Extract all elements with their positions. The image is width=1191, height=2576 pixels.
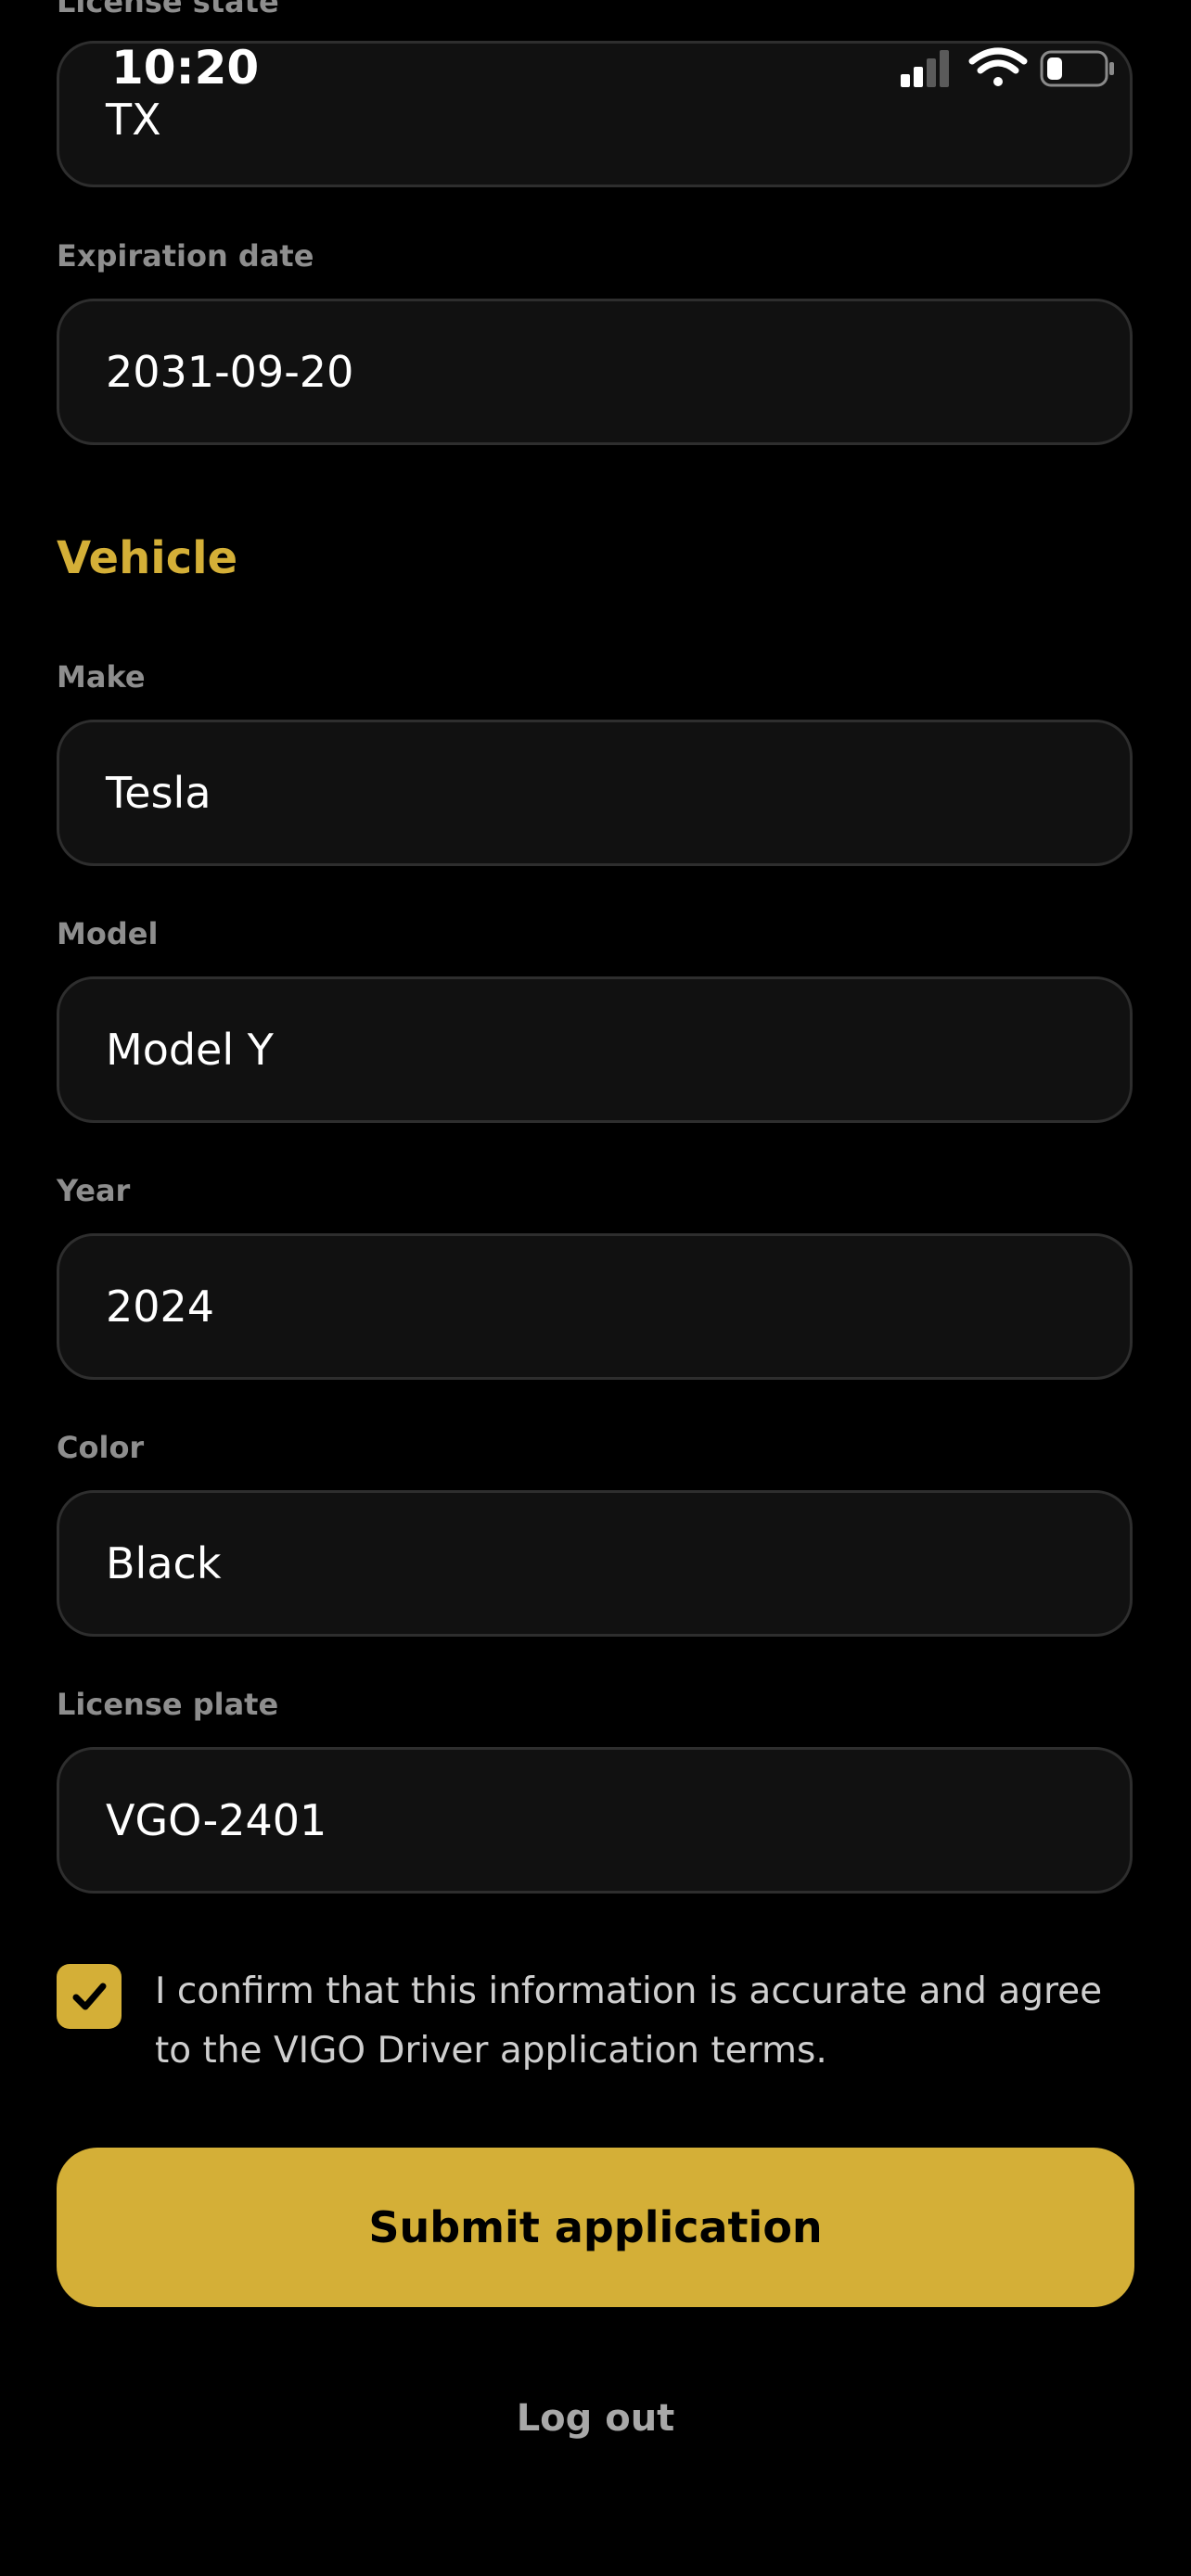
logout-link[interactable]: Log out xyxy=(0,2392,1191,2444)
model-label: Model xyxy=(57,916,159,951)
expiration-date-label: Expiration date xyxy=(57,238,314,274)
year-label: Year xyxy=(57,1173,131,1208)
make-value: Tesla xyxy=(106,768,211,818)
license-state-label: License state xyxy=(57,0,279,19)
vehicle-section-title: Vehicle xyxy=(57,532,238,584)
license-plate-label: License plate xyxy=(57,1687,279,1722)
expiration-date-field[interactable]: 2031-09-20 xyxy=(57,299,1133,445)
license-plate-field[interactable]: VGO-2401 xyxy=(57,1747,1133,1894)
model-field[interactable]: Model Y xyxy=(57,976,1133,1123)
year-field[interactable]: 2024 xyxy=(57,1233,1133,1380)
expiration-date-value: 2031-09-20 xyxy=(106,347,354,397)
battery-icon xyxy=(1040,50,1114,87)
submit-application-button[interactable]: Submit application xyxy=(57,2148,1134,2307)
year-value: 2024 xyxy=(106,1282,215,1332)
license-plate-value: VGO-2401 xyxy=(106,1795,327,1845)
make-label: Make xyxy=(57,659,146,695)
make-field[interactable]: Tesla xyxy=(57,720,1133,866)
cellular-signal-icon xyxy=(901,50,949,87)
license-state-value: TX xyxy=(106,95,161,145)
model-value: Model Y xyxy=(106,1025,274,1075)
status-icons xyxy=(898,46,1121,91)
wifi-icon xyxy=(968,47,1028,86)
checkmark-icon xyxy=(72,1983,107,2010)
status-time: 10:20 xyxy=(111,41,260,95)
color-field[interactable]: Black xyxy=(57,1490,1133,1637)
color-label: Color xyxy=(57,1430,145,1465)
color-value: Black xyxy=(106,1538,222,1588)
consent-text: I confirm that this information is accur… xyxy=(155,1970,1103,2072)
consent-checkbox[interactable] xyxy=(57,1964,122,2029)
